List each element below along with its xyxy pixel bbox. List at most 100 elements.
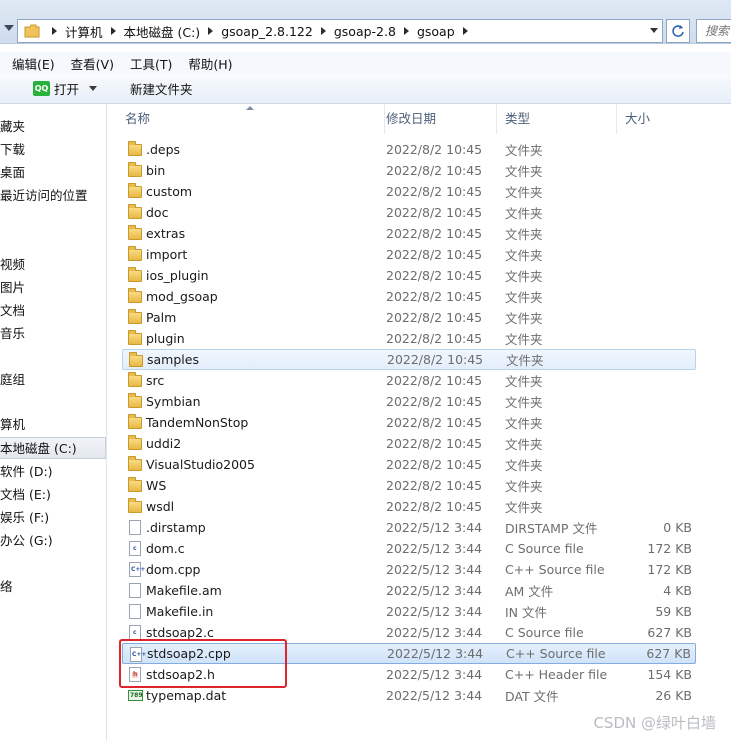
folder-icon [126, 435, 142, 451]
new-folder-button[interactable]: 新建文件夹 [130, 79, 193, 98]
nav-drive-f[interactable]: 娱乐 (F:) [0, 507, 106, 529]
breadcrumb-separator-icon[interactable] [110, 27, 116, 35]
file-name: Makefile.in [146, 604, 214, 619]
search-input[interactable] [697, 20, 731, 42]
file-size: 59 KB [655, 604, 692, 619]
file-row[interactable]: mod_gsoap 2022/8/2 10:45 文件夹 [122, 286, 696, 307]
file-type: IN 文件 [505, 605, 548, 620]
column-header-type[interactable]: 类型 [497, 104, 617, 134]
file-row[interactable]: custom 2022/8/2 10:45 文件夹 [122, 181, 696, 202]
file-name: ios_plugin [146, 268, 209, 283]
breadcrumb-separator-icon[interactable] [208, 27, 214, 35]
nav-videos[interactable]: 视频 [0, 254, 106, 276]
nav-downloads[interactable]: 下载 [0, 139, 106, 161]
address-dropdown-icon[interactable] [650, 28, 658, 33]
breadcrumb-item[interactable]: gsoap-2.8 [334, 24, 396, 39]
refresh-icon [672, 25, 684, 37]
nav-drive-g[interactable]: 办公 (G:) [0, 530, 106, 552]
file-row[interactable]: Palm 2022/8/2 10:45 文件夹 [122, 307, 696, 328]
file-name: typemap.dat [146, 688, 227, 703]
file-name: import [146, 247, 188, 262]
breadcrumb-item[interactable]: gsoap_2.8.122 [221, 24, 313, 39]
file-type: DAT 文件 [505, 689, 559, 704]
nav-computer[interactable]: 算机 [0, 414, 106, 436]
file-name: TandemNonStop [146, 415, 249, 430]
column-header-name[interactable]: 名称 [117, 104, 385, 134]
file-row[interactable]: uddi2 2022/8/2 10:45 文件夹 [122, 433, 696, 454]
open-dropdown-icon[interactable] [89, 86, 98, 91]
breadcrumb-separator-icon[interactable] [320, 27, 326, 35]
file-row[interactable]: C++ dom.cpp 2022/5/12 3:44 C++ Source file 1… [122, 559, 696, 580]
file-date: 2022/5/12 3:44 [386, 625, 483, 640]
breadcrumb-separator-icon[interactable] [462, 27, 468, 35]
watermark: CSDN @绿叶白墙 [593, 714, 716, 732]
folder-icon [126, 477, 142, 493]
nav-pictures[interactable]: 图片 [0, 277, 106, 299]
file-size: 26 KB [655, 688, 692, 703]
nav-favorites[interactable]: 藏夹 [0, 116, 106, 138]
file-date: 2022/8/2 10:45 [386, 142, 483, 157]
file-date: 2022/8/2 10:45 [386, 373, 483, 388]
nav-network[interactable]: 络 [0, 576, 106, 598]
column-headers: 名称 修改日期 类型 大小 [108, 104, 731, 134]
file-row[interactable]: .deps 2022/8/2 10:45 文件夹 [122, 139, 696, 160]
address-bar[interactable]: 计算机 本地磁盘 (C:) gsoap_2.8.122 gsoap-2.8 gsoap [17, 19, 663, 43]
menu-tools[interactable]: 工具(T) [124, 54, 178, 73]
breadcrumb-separator-icon[interactable] [52, 27, 57, 35]
blank-file-icon [126, 603, 142, 619]
column-header-size[interactable]: 大小 [617, 104, 697, 134]
nav-drive-d[interactable]: 软件 (D:) [0, 461, 106, 483]
file-row[interactable]: plugin 2022/8/2 10:45 文件夹 [122, 328, 696, 349]
file-row[interactable]: 789 typemap.dat 2022/5/12 3:44 DAT 文件 26 KB [122, 685, 696, 706]
file-type: DIRSTAMP 文件 [505, 521, 598, 536]
menu-edit[interactable]: 编辑(E) [0, 54, 61, 73]
folder-icon [126, 204, 142, 220]
blank-file-icon [126, 519, 142, 535]
file-name: uddi2 [146, 436, 182, 451]
nav-homegroup[interactable]: 庭组 [0, 369, 106, 391]
breadcrumb-item[interactable]: gsoap [417, 24, 455, 39]
file-row[interactable]: src 2022/8/2 10:45 文件夹 [122, 370, 696, 391]
file-row[interactable]: doc 2022/8/2 10:45 文件夹 [122, 202, 696, 223]
file-row[interactable]: bin 2022/8/2 10:45 文件夹 [122, 160, 696, 181]
breadcrumb-separator-icon[interactable] [403, 27, 409, 35]
nav-recent-places[interactable]: 最近访问的位置 [0, 185, 106, 207]
file-row[interactable]: import 2022/8/2 10:45 文件夹 [122, 244, 696, 265]
column-header-date[interactable]: 修改日期 [378, 104, 497, 134]
file-row[interactable]: ios_plugin 2022/8/2 10:45 文件夹 [122, 265, 696, 286]
menu-view[interactable]: 查看(V) [65, 54, 120, 73]
qq-app-icon: QQ [33, 81, 50, 96]
file-row[interactable]: Makefile.am 2022/5/12 3:44 AM 文件 4 KB [122, 580, 696, 601]
file-row[interactable]: Symbian 2022/8/2 10:45 文件夹 [122, 391, 696, 412]
nav-music[interactable]: 音乐 [0, 323, 106, 345]
file-row[interactable]: c dom.c 2022/5/12 3:44 C Source file 172 KB [122, 538, 696, 559]
breadcrumb: 计算机 本地磁盘 (C:) gsoap_2.8.122 gsoap-2.8 gsoap [44, 22, 476, 41]
file-date: 2022/5/12 3:44 [386, 688, 483, 703]
file-type: 文件夹 [505, 437, 543, 452]
folder-icon [126, 414, 142, 430]
nav-drive-e[interactable]: 文档 (E:) [0, 484, 106, 506]
file-name: dom.cpp [146, 562, 201, 577]
menu-help[interactable]: 帮助(H) [182, 54, 238, 73]
file-row[interactable]: TandemNonStop 2022/8/2 10:45 文件夹 [122, 412, 696, 433]
breadcrumb-item[interactable]: 本地磁盘 (C:) [124, 22, 201, 41]
nav-desktop[interactable]: 桌面 [0, 162, 106, 184]
search-box[interactable] [696, 19, 731, 43]
file-row[interactable]: VisualStudio2005 2022/8/2 10:45 文件夹 [122, 454, 696, 475]
file-row[interactable]: Makefile.in 2022/5/12 3:44 IN 文件 59 KB [122, 601, 696, 622]
breadcrumb-item[interactable]: 计算机 [65, 22, 103, 41]
nav-libraries[interactable] [0, 229, 106, 251]
file-row[interactable]: extras 2022/8/2 10:45 文件夹 [122, 223, 696, 244]
file-date: 2022/8/2 10:45 [386, 205, 483, 220]
menu-bar: 编辑(E) 查看(V) 工具(T) 帮助(H) [0, 52, 731, 74]
nav-drive-c[interactable]: 本地磁盘 (C:) [0, 437, 106, 459]
file-row[interactable]: .dirstamp 2022/5/12 3:44 DIRSTAMP 文件 0 KB [122, 517, 696, 538]
file-type: 文件夹 [505, 227, 543, 242]
nav-documents[interactable]: 文档 [0, 300, 106, 322]
file-name: stdsoap2.c [146, 625, 214, 640]
file-row[interactable]: samples 2022/8/2 10:45 文件夹 [122, 349, 696, 370]
file-row[interactable]: WS 2022/8/2 10:45 文件夹 [122, 475, 696, 496]
file-row[interactable]: wsdl 2022/8/2 10:45 文件夹 [122, 496, 696, 517]
refresh-button[interactable] [666, 19, 690, 43]
open-button[interactable]: QQ 打开 [33, 79, 98, 98]
